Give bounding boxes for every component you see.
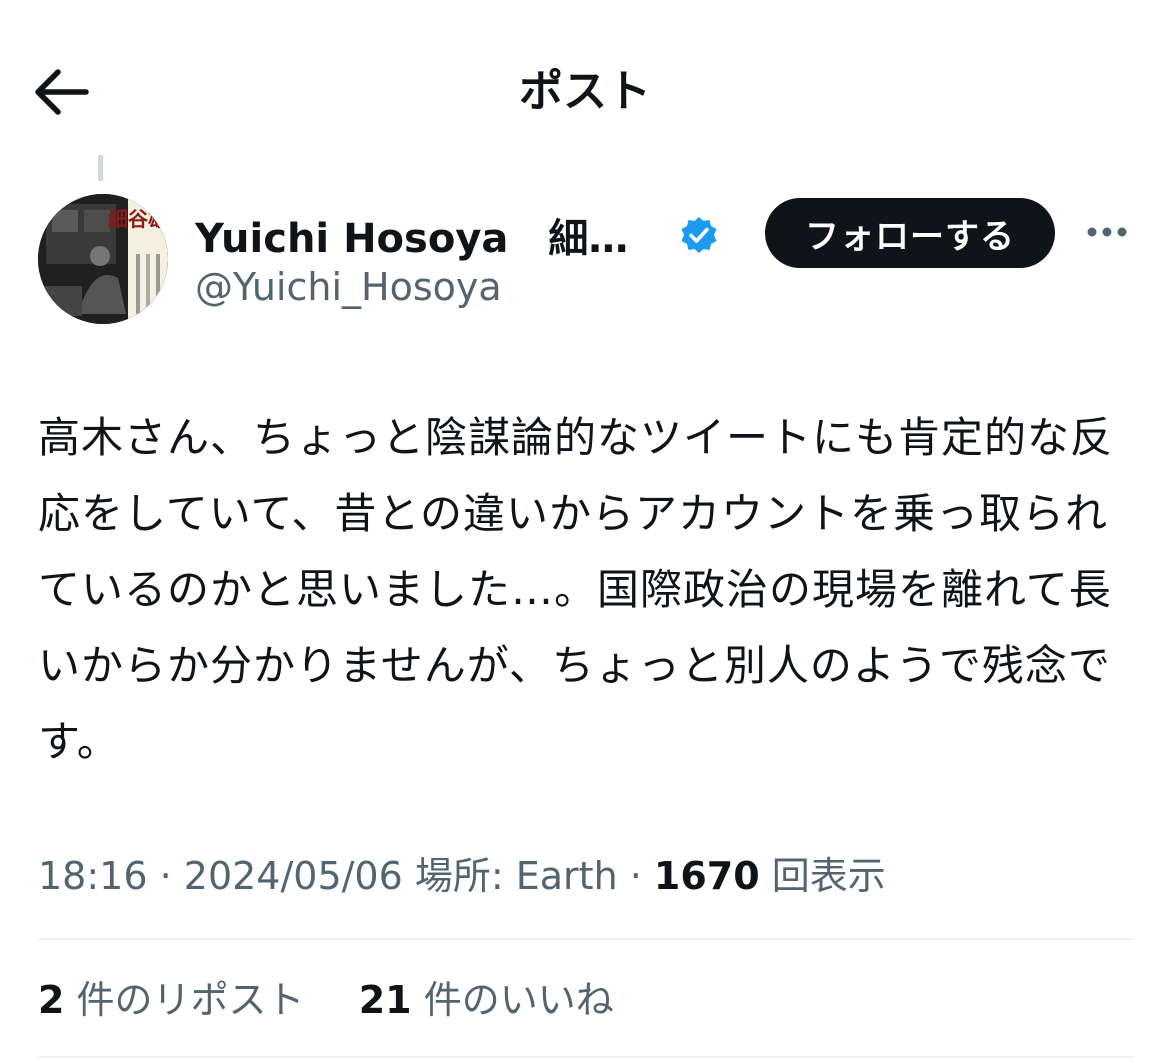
author-display-name[interactable]: Yuichi Hosoya 細谷… (195, 206, 665, 264)
likes-label: 件のいいね (411, 978, 614, 1022)
reposts-stat[interactable]: 2 件のリポスト (38, 978, 305, 1022)
meta-separator: · (147, 854, 184, 898)
tweet-location: 場所: Earth (402, 854, 618, 898)
views-count: 1670 (653, 854, 760, 898)
svg-text:細谷雄一: 細谷雄一 (108, 207, 168, 231)
tweet-date[interactable]: 2024/05/06 (184, 854, 403, 898)
author-handle[interactable]: @Yuichi_Hosoya (195, 262, 502, 312)
thread-connector (98, 155, 103, 181)
avatar-image: 細谷雄一 (38, 194, 168, 324)
page-title: ポスト (519, 66, 651, 117)
verified-badge-icon (681, 217, 717, 253)
author-name-row: Yuichi Hosoya 細谷… (195, 205, 719, 265)
views-label: 回表示 (759, 854, 886, 898)
meta-separator: · (617, 854, 654, 898)
reposts-count: 2 (38, 978, 65, 1022)
more-options-button[interactable] (1082, 212, 1132, 252)
tweet-stats: 2 件のリポスト 21 件のいいね (38, 972, 614, 1028)
tweet-text: 高木さん、ちょっと陰謀論的なツイートにも肯定的な反応をしていて、昔との違いからア… (38, 413, 1114, 766)
divider (38, 938, 1134, 940)
likes-stat[interactable]: 21 件のいいね (359, 978, 614, 1022)
more-horizontal-icon (1087, 227, 1127, 237)
top-bar: ポスト (0, 0, 1170, 160)
follow-button[interactable]: フォローする (765, 198, 1055, 268)
divider (38, 1056, 1134, 1058)
tweet-time[interactable]: 18:16 (38, 854, 148, 898)
avatar[interactable]: 細谷雄一 (38, 194, 168, 324)
reposts-label: 件のリポスト (64, 978, 305, 1022)
likes-count: 21 (358, 978, 412, 1022)
tweet-meta: 18:16 · 2024/05/06 場所: Earth · 1670 回表示 (38, 848, 886, 904)
